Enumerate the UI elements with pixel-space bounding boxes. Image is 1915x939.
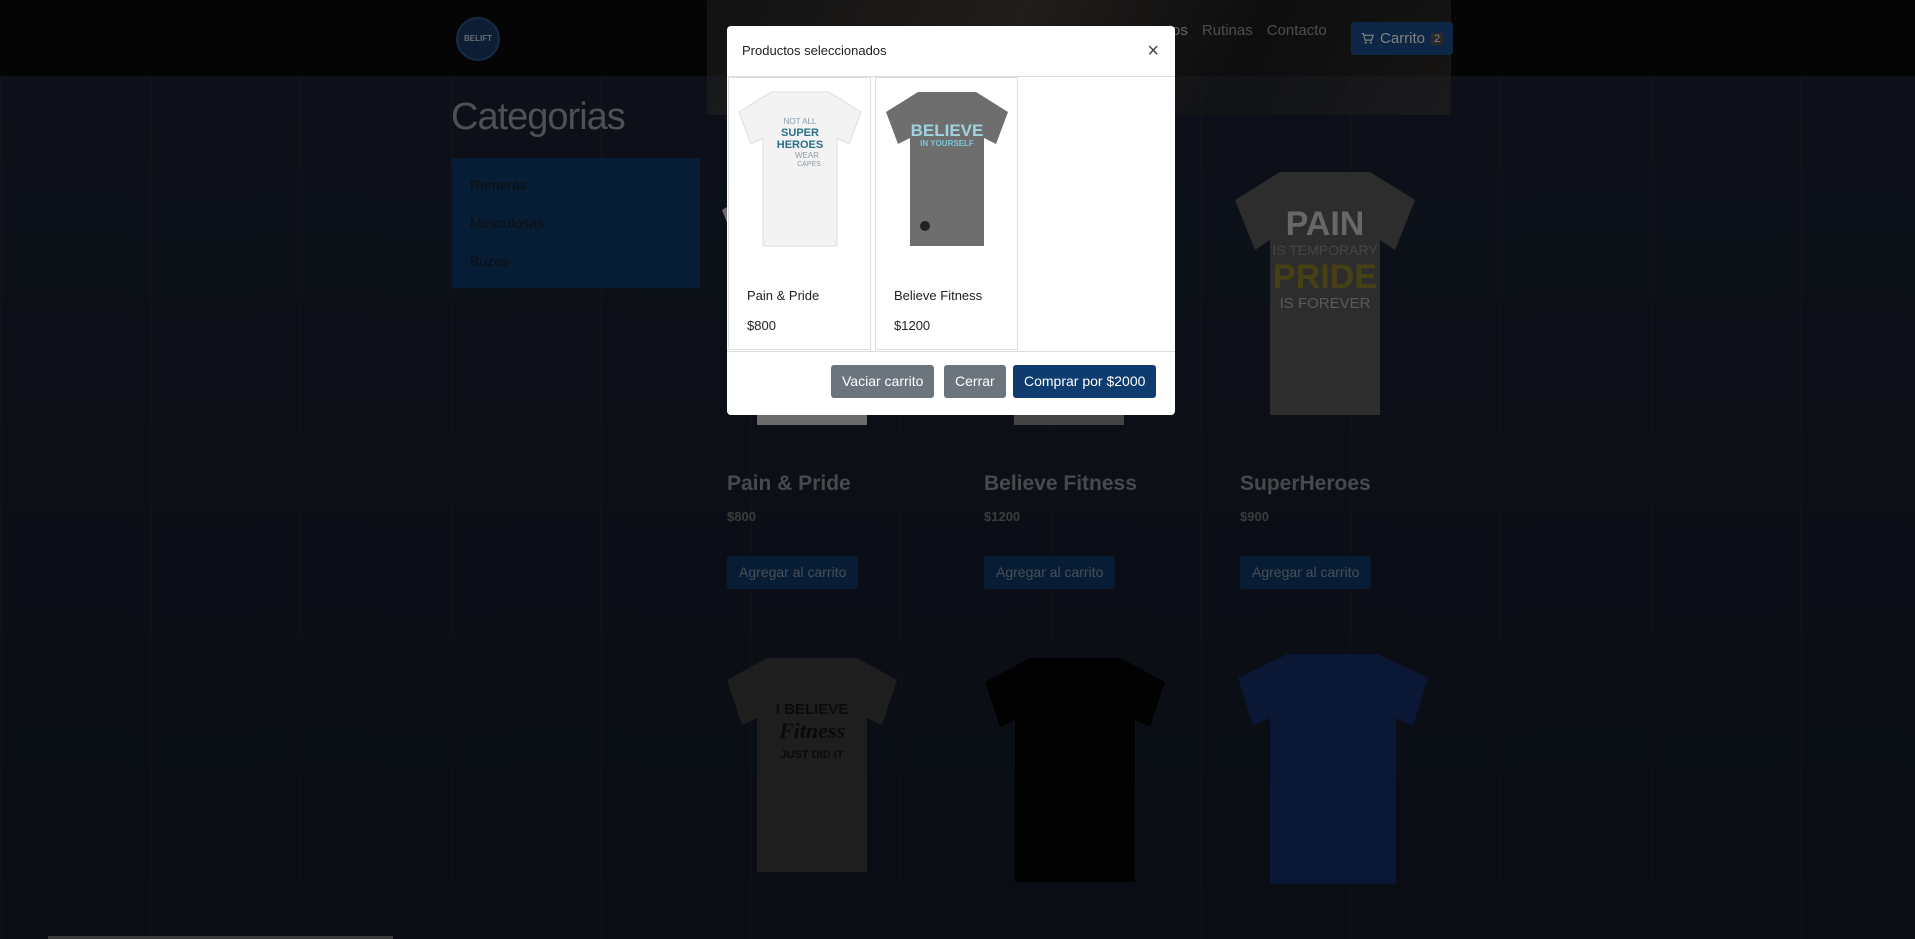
cart-item-image: BELIEVE IN YOURSELF: [886, 92, 1008, 246]
cart-item: NOT ALL SUPER HEROES WEAR CAPES Pain & P…: [728, 77, 871, 350]
tshirt-print-text: WEAR: [795, 151, 819, 160]
cart-item: BELIEVE IN YOURSELF Believe Fitness $120…: [875, 77, 1018, 350]
empty-cart-button[interactable]: Vaciar carrito: [831, 365, 935, 398]
modal-header: Productos seleccionados ×: [727, 26, 1175, 77]
tshirt-print-text: BELIEVE: [911, 121, 984, 140]
tshirt-print-text: CAPES: [797, 161, 821, 168]
close-icon[interactable]: ×: [1147, 40, 1159, 63]
tshirt-print-text: IN YOURSELF: [920, 139, 974, 148]
cart-item-price: $1200: [894, 318, 931, 333]
buy-button[interactable]: Comprar por $2000: [1013, 365, 1157, 398]
close-button[interactable]: Cerrar: [944, 365, 1006, 398]
modal-body: NOT ALL SUPER HEROES WEAR CAPES Pain & P…: [727, 77, 1175, 352]
cart-item-image: NOT ALL SUPER HEROES WEAR CAPES: [738, 91, 862, 247]
modal-footer: Vaciar carrito Cerrar Comprar por $2000: [727, 352, 1175, 416]
tshirt-print-text: SUPER: [781, 127, 819, 139]
cart-item-name: Believe Fitness: [894, 288, 983, 303]
modal-title: Productos seleccionados: [742, 43, 887, 58]
cart-modal: Productos seleccionados × NOT ALL SUPER …: [727, 26, 1175, 415]
cart-item-name: Pain & Pride: [747, 288, 820, 303]
tshirt-print-text: HEROES: [777, 139, 823, 151]
cart-item-price: $800: [747, 318, 776, 333]
tshirt-print-text: NOT ALL: [784, 117, 817, 126]
